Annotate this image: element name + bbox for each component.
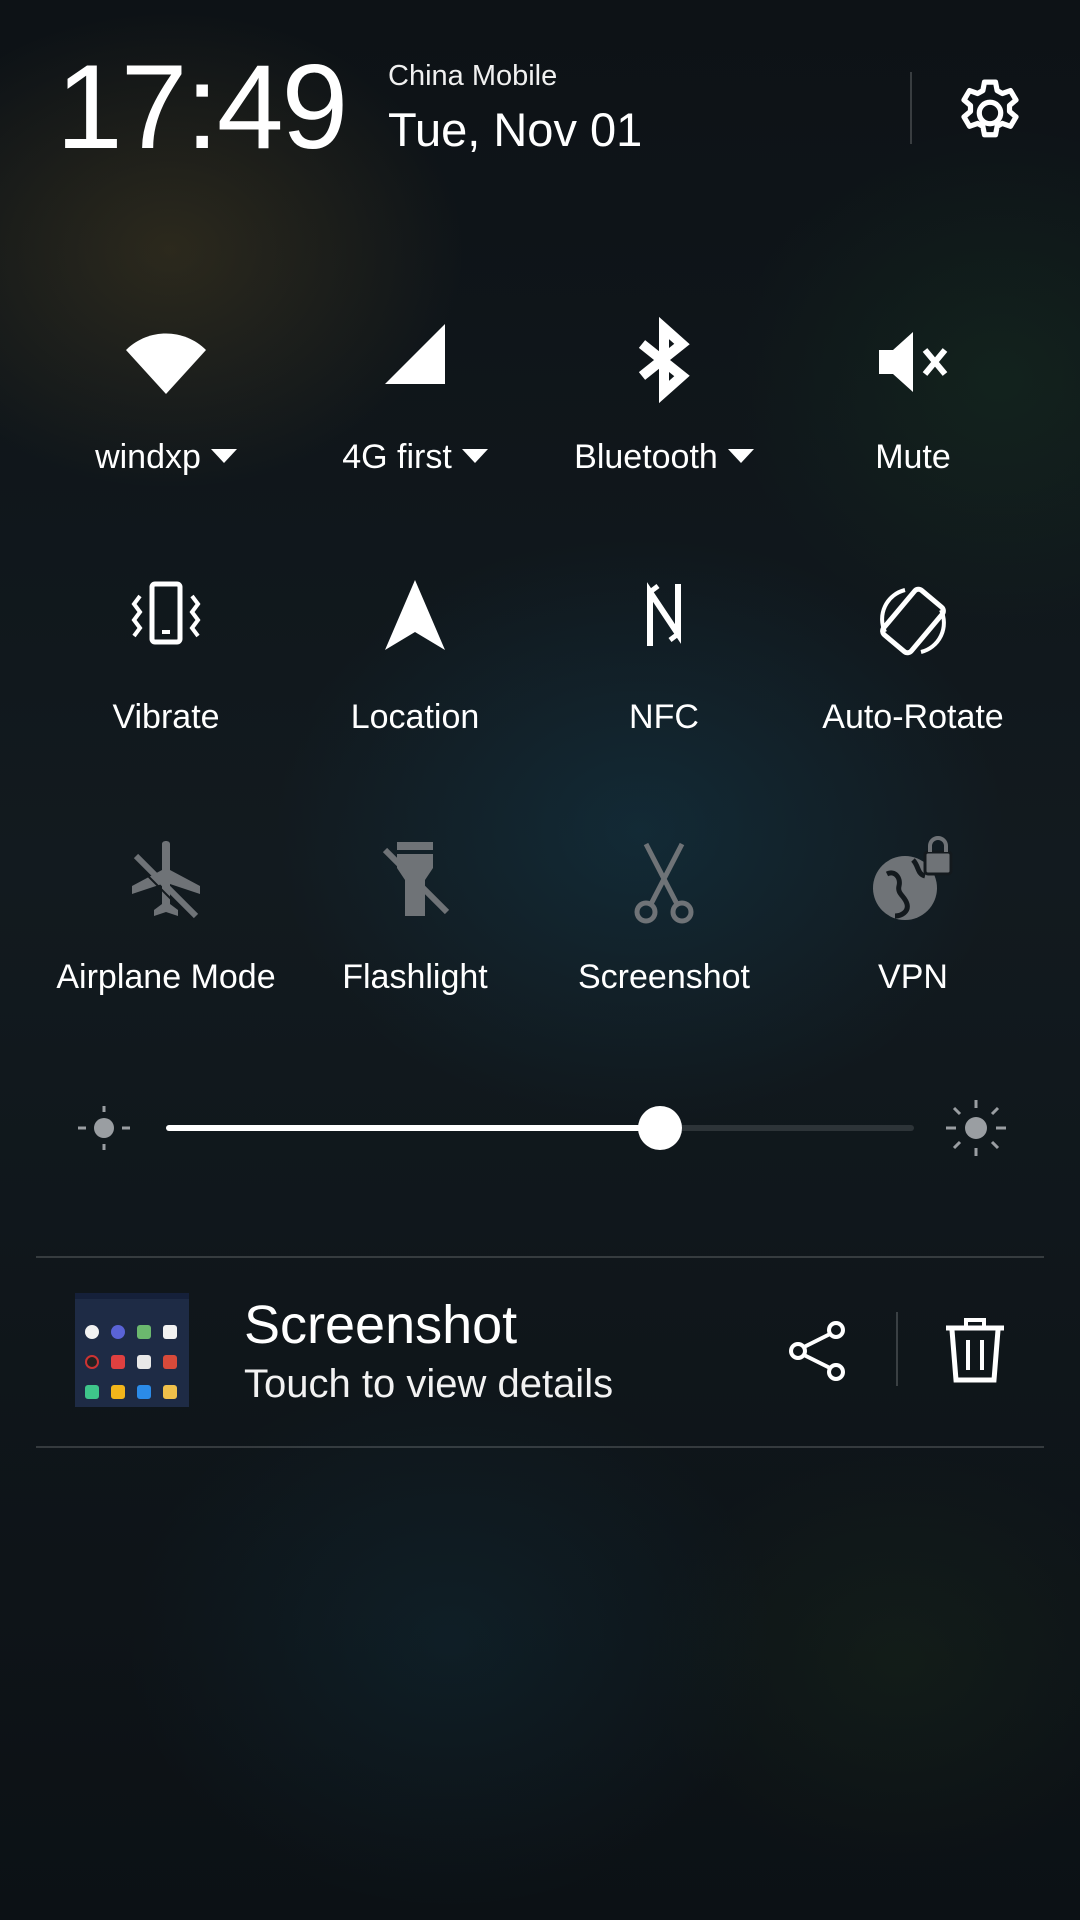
tile-screenshot[interactable]: Screenshot [540, 834, 788, 1034]
brightness-slider-thumb[interactable] [637, 1106, 682, 1150]
tile-vibrate[interactable]: Vibrate [42, 574, 290, 774]
brightness-slider-fill [166, 1125, 660, 1131]
dropdown-caret-icon[interactable] [461, 449, 488, 464]
tile-airplane-mode[interactable]: Airplane Mode [42, 834, 290, 1034]
tile-label: NFC [629, 698, 699, 736]
date-text: Tue, Nov 01 [388, 103, 643, 156]
vibrate-icon [118, 574, 214, 670]
tile-label: Vibrate [112, 698, 220, 736]
share-icon[interactable] [784, 1318, 850, 1384]
brightness-high-icon [944, 1100, 1008, 1156]
tile-label: Mute [875, 438, 951, 476]
screenshot-thumbnail[interactable] [75, 1293, 189, 1407]
tile-nfc[interactable]: NFC [540, 574, 788, 774]
mute-icon [865, 314, 961, 410]
header-divider [910, 72, 912, 144]
brightness-slider[interactable] [166, 1106, 914, 1150]
dropdown-caret-icon[interactable] [727, 449, 754, 464]
tile-flashlight[interactable]: Flashlight [291, 834, 539, 1034]
flashlight-off-icon [367, 834, 463, 930]
nfc-icon [616, 574, 712, 670]
tile-label: Auto-Rotate [822, 698, 1004, 736]
airplane-off-icon [118, 834, 214, 930]
carrier-name: China Mobile [388, 60, 558, 92]
tile-label: Flashlight [342, 958, 488, 996]
screenshot-notification[interactable]: Screenshot Touch to view details [36, 1258, 1044, 1448]
tile-mute[interactable]: Mute [789, 314, 1037, 514]
tile-vpn[interactable]: VPN [789, 834, 1037, 1034]
brightness-low-icon [74, 1104, 134, 1152]
tile-location[interactable]: Location [291, 574, 539, 774]
scissors-icon [616, 834, 712, 930]
tile-label: Screenshot [578, 958, 750, 996]
clock-time: 17:49 [56, 40, 348, 174]
trash-icon[interactable] [942, 1316, 1008, 1384]
notification-title: Screenshot [244, 1295, 518, 1355]
cellular-signal-icon [367, 314, 463, 410]
dropdown-caret-icon[interactable] [210, 449, 237, 464]
divider-bottom [36, 1446, 1044, 1448]
tile-bluetooth[interactable]: Bluetooth [540, 314, 788, 514]
notification-action-divider [896, 1312, 898, 1386]
tile-auto-rotate[interactable]: Auto-Rotate [789, 574, 1037, 774]
vpn-globe-lock-icon [865, 834, 961, 930]
location-icon [367, 574, 463, 670]
notification-subtitle: Touch to view details [244, 1362, 614, 1406]
bluetooth-icon [616, 314, 712, 410]
tile-wifi[interactable]: windxp [42, 314, 290, 514]
wifi-icon [118, 314, 214, 410]
tile-label: Bluetooth [574, 438, 718, 476]
auto-rotate-icon [865, 574, 961, 670]
tile-label: VPN [878, 958, 948, 996]
tile-label: windxp [95, 438, 201, 476]
tile-label: Airplane Mode [56, 958, 276, 996]
tile-label: 4G first [342, 438, 452, 476]
settings-gear-icon[interactable] [951, 74, 1029, 152]
tile-mobile-data[interactable]: 4G first [291, 314, 539, 514]
tile-label: Location [350, 698, 480, 736]
